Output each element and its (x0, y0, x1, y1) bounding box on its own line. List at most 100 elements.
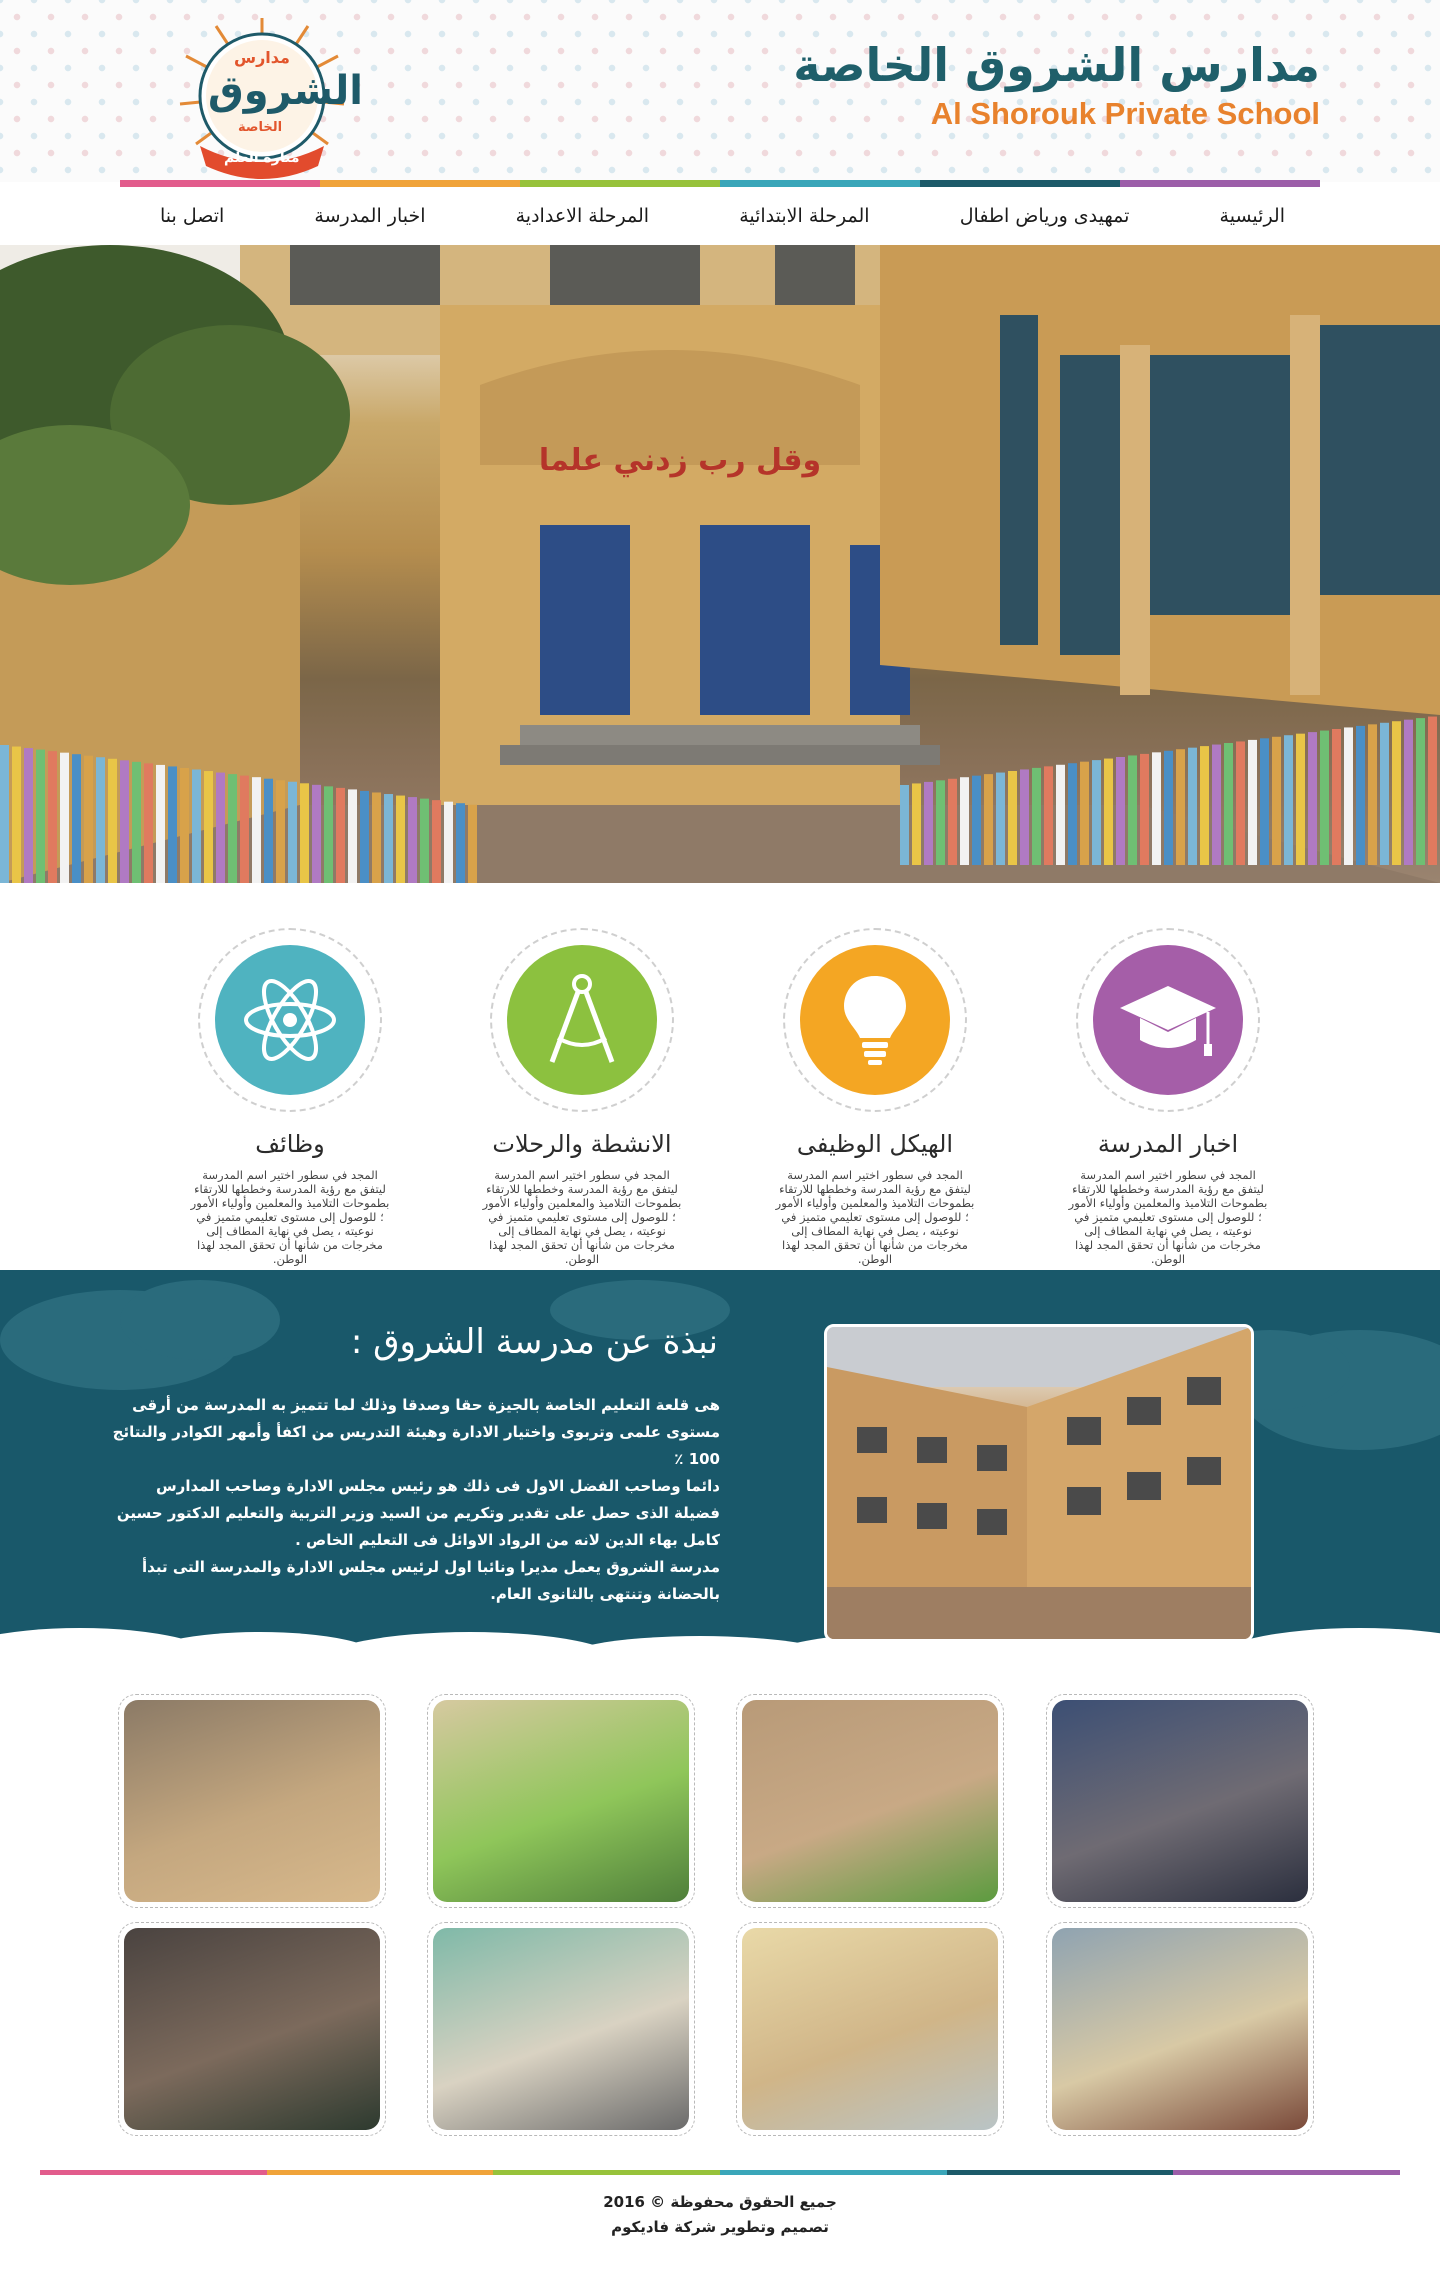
fence-post (1032, 767, 1041, 865)
school-yard-photo (124, 1700, 380, 1902)
hero-sign-text: وقل رب زدني علما (539, 443, 821, 478)
fence-post (1320, 730, 1329, 865)
fence-post (432, 800, 441, 883)
gallery-item[interactable] (1046, 1922, 1314, 2136)
school-logo[interactable]: مدارس الشروق الخاصة منارة العلم (178, 16, 363, 182)
fence-post (960, 777, 969, 865)
playground-kids-photo (1052, 1700, 1308, 1902)
color-strip-segment (720, 2170, 947, 2175)
feature-activities-trips[interactable]: الانشطة والرحلات المجد في سطور اختير اسم… (482, 928, 682, 1266)
gallery-item[interactable] (427, 1694, 695, 1908)
fence-post (12, 746, 21, 883)
fence-post (1176, 749, 1185, 865)
fence-post (240, 775, 249, 883)
fence-post (300, 783, 309, 883)
about-paragraph: مدرسة الشروق يعمل مديرا ونائبا اول لرئيس… (142, 1558, 720, 1603)
feature-description: المجد في سطور اختير اسم المدرسة ليتفق مع… (775, 1168, 975, 1266)
fence-post (384, 794, 393, 883)
gallery-item[interactable] (118, 1922, 386, 2136)
color-strip-segment (320, 180, 520, 187)
fence-post (1404, 719, 1413, 865)
fence-post (1104, 758, 1113, 865)
fence-post (1284, 735, 1293, 865)
nav-preparatory-stage[interactable]: المرحلة الاعدادية (516, 205, 649, 227)
fence-post (60, 752, 69, 883)
fence-post (1272, 736, 1281, 865)
fence-post (156, 764, 165, 883)
computer-lab-photo (742, 1928, 998, 2130)
footer-credit: تصميم وتطوير شركة فاديكوم (611, 2218, 829, 2236)
school-building-photo[interactable] (824, 1324, 1254, 1642)
logo-bottom-text: منارة العلم (224, 150, 300, 166)
fence-post (132, 761, 141, 883)
color-strip-segment (40, 2170, 267, 2175)
nav-kindergarten[interactable]: تمهيدى ورياض اطفال (960, 205, 1130, 227)
feature-circle (800, 945, 950, 1095)
fence-post (1008, 771, 1017, 865)
about-section: نبذة عن مدرسة الشروق : هى قلعة التعليم ا… (0, 1270, 1440, 1662)
gallery-item[interactable] (736, 1694, 1004, 1908)
feature-description: المجد في سطور اختير اسم المدرسة ليتفق مع… (482, 1168, 682, 1266)
about-paragraph: هى قلعة التعليم الخاصة بالجيزة حقا وصدقا… (112, 1396, 720, 1468)
fence-post (1080, 761, 1089, 865)
logo-ribbon-text: الخاصة (238, 120, 283, 135)
fence-post (396, 795, 405, 883)
fence-post (444, 801, 453, 883)
fence-post (1056, 764, 1065, 865)
feature-title: اخبار المدرسة (1097, 1130, 1239, 1158)
fence-post (420, 798, 429, 883)
fence-post (1368, 724, 1377, 865)
fence-post (252, 777, 261, 883)
fence-post (1248, 739, 1257, 865)
fence-post (1140, 753, 1149, 865)
nav-primary-stage[interactable]: المرحلة الابتدائية (739, 205, 869, 227)
compass-icon (549, 974, 615, 1063)
fence-post (1236, 741, 1245, 865)
feature-jobs[interactable]: وظائف المجد في سطور اختير اسم المدرسة لي… (190, 928, 390, 1266)
gallery-item[interactable] (427, 1922, 695, 2136)
fence-post (984, 774, 993, 865)
gallery-item[interactable] (1046, 1694, 1314, 1908)
fence-post (1392, 721, 1401, 865)
feature-job-structure[interactable]: الهيكل الوظيفى المجد في سطور اختير اسم ا… (775, 928, 975, 1266)
art-class-photo (124, 1928, 380, 2130)
fence-post (1296, 733, 1305, 865)
fence-post (1380, 722, 1389, 865)
fence-post (48, 751, 57, 883)
fence-post (1164, 750, 1173, 865)
atom-icon (244, 979, 336, 1061)
color-strip-segment (720, 180, 920, 187)
feature-circle (507, 945, 657, 1095)
nav-contact-us[interactable]: اتصل بنا (160, 205, 224, 227)
fence-post (312, 784, 321, 883)
footer-color-strip (40, 2170, 1401, 2175)
about-text: هى قلعة التعليم الخاصة بالجيزة حقا وصدقا… (110, 1392, 720, 1608)
gallery-item[interactable] (736, 1922, 1004, 2136)
school-courtyard-image: وقل رب زدني علما (0, 245, 1440, 883)
fence-post (360, 790, 369, 883)
fence-post (996, 772, 1005, 865)
photo-gallery (118, 1694, 1323, 2144)
fence-post (24, 748, 33, 883)
quran-class-photo (433, 1928, 689, 2130)
fence-post (0, 745, 9, 883)
nav-home[interactable]: الرئيسية (1220, 205, 1285, 227)
logo-main-text: الشروق (208, 68, 363, 114)
gallery-item[interactable] (118, 1694, 386, 1908)
fence-post (372, 792, 381, 883)
fence-post (1260, 738, 1269, 865)
page-header: مدارس الشروق الخاصة منارة العلم مدارس ال… (0, 0, 1440, 187)
fence-post (456, 803, 465, 883)
fence-post (1188, 747, 1197, 865)
fence-post (1212, 744, 1221, 865)
feature-school-news[interactable]: اخبار المدرسة المجد في سطور اختير اسم ال… (1068, 928, 1268, 1266)
fence-post (96, 757, 105, 883)
fence-post (1224, 743, 1233, 865)
fence-post (120, 760, 129, 883)
hero-banner-photo: وقل رب زدني علما (0, 245, 1440, 883)
nav-school-news[interactable]: اخبار المدرسة (314, 205, 425, 227)
fence-post (1416, 718, 1425, 865)
fence-post (1344, 727, 1353, 865)
fence-post (72, 754, 81, 883)
feature-title: وظائف (255, 1130, 325, 1158)
